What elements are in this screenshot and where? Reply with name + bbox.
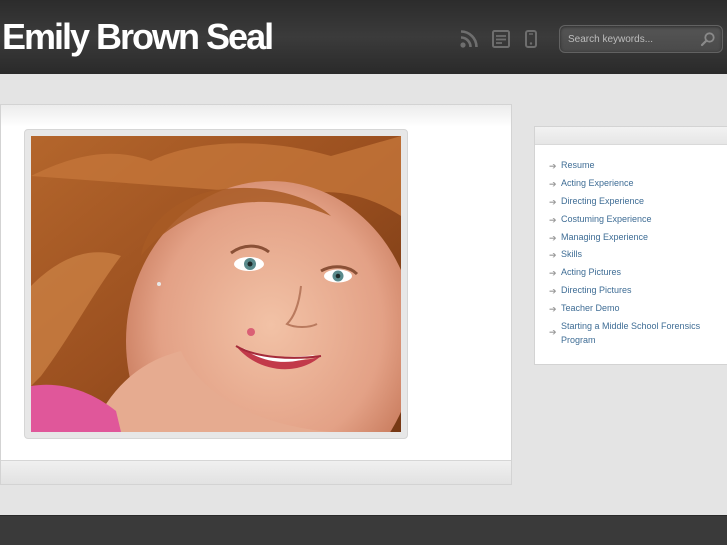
sidebar-item-label[interactable]: Acting Experience <box>561 178 634 188</box>
document-icon[interactable] <box>490 28 512 50</box>
arrow-right-icon: ➔ <box>549 268 557 279</box>
sidebar-item-resume[interactable]: ➔ Resume <box>535 159 727 173</box>
photo-frame <box>24 129 408 439</box>
search-icon[interactable] <box>700 31 716 47</box>
main-content-panel <box>0 104 512 485</box>
sidebar-item-label[interactable]: Costuming Experience <box>561 214 652 224</box>
mobile-icon[interactable] <box>520 28 542 50</box>
sidebar-item-directing-pictures[interactable]: ➔ Directing Pictures <box>535 284 727 298</box>
arrow-right-icon: ➔ <box>549 214 557 225</box>
rss-icon[interactable] <box>458 28 480 50</box>
sidebar-widget-header <box>535 127 727 145</box>
sidebar-widget: ➔ Resume ➔ Acting Experience ➔ Directing… <box>534 126 727 365</box>
site-footer <box>0 515 727 545</box>
sidebar-item-label[interactable]: Directing Experience <box>561 196 644 206</box>
sidebar-item-label[interactable]: Teacher Demo <box>561 303 620 313</box>
panel-bottom-strip <box>1 460 511 484</box>
sidebar-item-label[interactable]: Managing Experience <box>561 232 648 242</box>
arrow-right-icon: ➔ <box>549 232 557 243</box>
sidebar-item-managing-experience[interactable]: ➔ Managing Experience <box>535 231 727 245</box>
sidebar-item-label[interactable]: Starting a Middle School Forensics Progr… <box>561 321 700 345</box>
arrow-right-icon: ➔ <box>549 161 557 171</box>
sidebar-item-label[interactable]: Resume <box>561 160 595 170</box>
arrow-right-icon: ➔ <box>549 196 557 207</box>
site-title[interactable]: Emily Brown Seal <box>2 17 274 57</box>
sidebar-item-directing-experience[interactable]: ➔ Directing Experience <box>535 195 727 209</box>
sidebar-item-label[interactable]: Skills <box>561 249 582 259</box>
sidebar-item-costuming-experience[interactable]: ➔ Costuming Experience <box>535 213 727 227</box>
arrow-right-icon: ➔ <box>549 327 557 338</box>
site-header: Emily Brown Seal <box>0 0 727 74</box>
sidebar-item-acting-pictures[interactable]: ➔ Acting Pictures <box>535 266 727 280</box>
sidebar-item-acting-experience[interactable]: ➔ Acting Experience <box>535 177 727 191</box>
sidebar-item-label[interactable]: Directing Pictures <box>561 285 632 295</box>
sidebar-item-skills[interactable]: ➔ Skills <box>535 248 727 262</box>
panel-top-strip <box>1 105 511 127</box>
sidebar-nav: ➔ Resume ➔ Acting Experience ➔ Directing… <box>535 159 727 351</box>
search-input[interactable] <box>568 31 698 48</box>
sidebar-item-forensics-program[interactable]: ➔ Starting a Middle School Forensics Pro… <box>535 320 727 347</box>
portrait-photo <box>31 136 401 432</box>
arrow-right-icon: ➔ <box>549 178 557 189</box>
sidebar-item-label[interactable]: Acting Pictures <box>561 267 621 277</box>
arrow-right-icon: ➔ <box>549 304 557 315</box>
search-box <box>559 25 723 53</box>
arrow-right-icon: ➔ <box>549 250 557 261</box>
sidebar-item-teacher-demo[interactable]: ➔ Teacher Demo <box>535 302 727 316</box>
arrow-right-icon: ➔ <box>549 286 557 297</box>
